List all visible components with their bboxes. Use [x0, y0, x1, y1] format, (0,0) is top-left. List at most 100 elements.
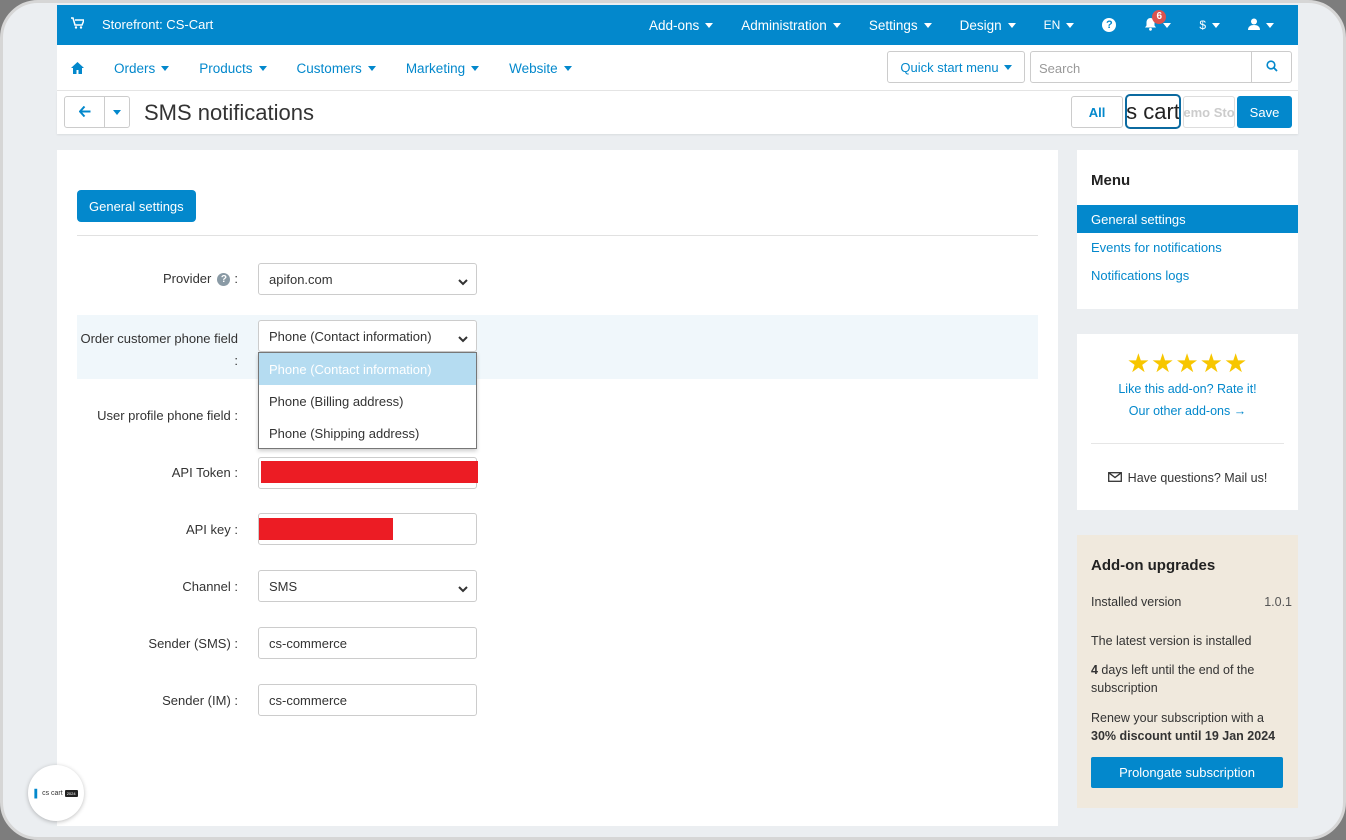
renew-discount: 30% discount until 19 Jan 2024	[1091, 729, 1276, 743]
order-phone-select[interactable]: Phone (Contact information)	[258, 320, 477, 352]
settings-panel: General settings Provider?: apifon.com O…	[57, 150, 1058, 826]
nav-marketing[interactable]: Marketing	[405, 60, 480, 76]
back-button-group	[64, 96, 130, 128]
days-left-label: days left until the end of the subscript…	[1091, 663, 1255, 695]
addon-upgrades-box: Add-on upgrades Installed version 1.0.1 …	[1077, 535, 1298, 808]
quick-start-menu-button[interactable]: Quick start menu	[887, 51, 1025, 83]
chevron-down-icon	[458, 581, 468, 596]
all-button[interactable]: All	[1071, 96, 1123, 128]
api-token-input[interactable]	[258, 457, 478, 489]
nav-customers[interactable]: Customers	[297, 61, 376, 76]
sender-im-input[interactable]: cs-commerce	[258, 684, 477, 716]
caret-down-icon	[1163, 22, 1172, 28]
back-button[interactable]	[65, 97, 105, 127]
sidebar-item-events[interactable]: Events for notifications	[1077, 233, 1298, 261]
channel-select[interactable]: SMS	[258, 570, 477, 602]
caret-down-icon	[113, 109, 121, 115]
menu-settings-label: Settings	[868, 17, 918, 33]
menu-administration[interactable]: Administration	[727, 18, 855, 33]
caret-down-icon	[471, 65, 480, 71]
search-placeholder: Search	[1039, 61, 1081, 76]
quick-start-label: Quick start menu	[900, 59, 999, 75]
nav-customers-label: Customers	[296, 60, 362, 76]
demo-store-button[interactable]: emo Sto	[1183, 96, 1235, 128]
caret-down-icon	[1212, 22, 1220, 28]
currency-menu[interactable]: $	[1185, 18, 1234, 32]
menu-settings[interactable]: Settings	[855, 18, 946, 33]
api-key-input[interactable]	[258, 513, 477, 545]
order-phone-dropdown-list: Phone (Contact information) Phone (Billi…	[258, 352, 477, 449]
page-header: SMS notifications All s cart emo Sto Sav…	[57, 91, 1298, 134]
sender-im-value: cs-commerce	[269, 692, 348, 708]
sender-sms-input[interactable]: cs-commerce	[258, 627, 477, 659]
renew-label: Renew your subscription with a	[1091, 711, 1264, 725]
nav-products-label: Products	[199, 60, 253, 76]
storefront-link[interactable]: Storefront: CS-Cart	[71, 17, 213, 32]
caret-down-icon	[832, 22, 841, 28]
mail-us-label: Have questions? Mail us!	[1127, 471, 1268, 485]
sidebar-item-logs[interactable]: Notifications logs	[1077, 261, 1298, 289]
top-menu: Add-ons Administration Settings Design E…	[635, 5, 1298, 45]
caret-down-icon	[161, 65, 170, 71]
order-phone-label-text: Order customer phone field	[80, 331, 238, 346]
nav-orders[interactable]: Orders	[114, 60, 170, 76]
logo-text: cs cart	[42, 789, 63, 797]
installed-version-value: 1.0.1	[1264, 595, 1292, 609]
user-icon	[1248, 18, 1260, 33]
dropdown-option[interactable]: Phone (Contact information)	[259, 353, 476, 385]
other-addons-link[interactable]: Our other add-ons →	[1077, 404, 1298, 418]
help-button[interactable]: ?	[1088, 18, 1130, 32]
mail-us-link[interactable]: Have questions? Mail us!	[1077, 471, 1298, 485]
cs-cart-logo[interactable]: ▌ cs cart 2024	[28, 765, 84, 821]
rating-stars-icon[interactable]: ★★★★★	[1077, 348, 1298, 379]
history-dropdown-button[interactable]	[105, 97, 129, 127]
nav-marketing-label: Marketing	[405, 60, 466, 76]
redacted-value	[261, 461, 478, 483]
save-button[interactable]: Save	[1237, 96, 1292, 128]
caret-down-icon	[1007, 22, 1016, 28]
storefront-selector-button[interactable]: s cart	[1125, 94, 1181, 129]
sender-sms-label: Sender (SMS) :	[148, 636, 238, 651]
menu-language[interactable]: EN	[1030, 18, 1089, 32]
nav-orders-label: Orders	[114, 60, 156, 76]
dropdown-option[interactable]: Phone (Shipping address)	[259, 417, 476, 449]
channel-row: Channel : SMS	[77, 570, 1038, 602]
nav-products[interactable]: Products	[199, 60, 267, 76]
days-left-text: 4 days left until the end of the subscri…	[1091, 661, 1291, 697]
tab-general-settings[interactable]: General settings	[77, 190, 196, 222]
sender-im-row: Sender (IM) : cs-commerce	[77, 684, 1038, 716]
user-phone-label: User profile phone field :	[97, 408, 238, 423]
cart-icon	[71, 17, 86, 32]
order-phone-row: Order customer phone field : Phone (Cont…	[77, 315, 1038, 379]
page-title: SMS notifications	[144, 100, 314, 125]
menu-addons[interactable]: Add-ons	[635, 18, 727, 33]
days-left-number: 4	[1091, 663, 1098, 677]
app-frame: Storefront: CS-Cart Add-ons Administrati…	[0, 0, 1346, 840]
prolongate-subscription-button[interactable]: Prolongate subscription	[1091, 757, 1283, 788]
search-icon	[1265, 59, 1278, 75]
rate-addon-link[interactable]: Like this add-on? Rate it!	[1077, 382, 1298, 396]
home-icon[interactable]	[71, 62, 84, 74]
menu-design[interactable]: Design	[946, 18, 1030, 33]
divider	[1091, 443, 1284, 444]
search-button[interactable]	[1251, 52, 1291, 82]
cart-logo-icon: ▌	[34, 788, 41, 798]
help-icon[interactable]: ?	[217, 273, 231, 287]
provider-label-colon: :	[234, 271, 238, 286]
nav-website-label: Website	[509, 60, 558, 76]
nav-website[interactable]: Website	[509, 61, 572, 76]
channel-label: Channel :	[182, 579, 238, 594]
provider-select[interactable]: apifon.com	[258, 263, 477, 295]
nav-items: Orders Products Customers Marketing Webs…	[71, 45, 602, 91]
menu-addons-label: Add-ons	[648, 17, 700, 33]
sidebar-menu: Menu General settings Events for notific…	[1077, 150, 1298, 309]
logo-tag: 2024	[64, 789, 78, 797]
provider-selected-value: apifon.com	[269, 271, 333, 287]
dropdown-option[interactable]: Phone (Billing address)	[259, 385, 476, 417]
sidebar-item-general-settings[interactable]: General settings	[1077, 205, 1298, 233]
currency-label: $	[1199, 18, 1206, 32]
search-input[interactable]: Search	[1030, 51, 1292, 83]
api-token-row: API Token :	[77, 457, 1038, 489]
user-menu[interactable]	[1234, 18, 1298, 33]
notifications-button[interactable]: 6	[1130, 9, 1185, 34]
